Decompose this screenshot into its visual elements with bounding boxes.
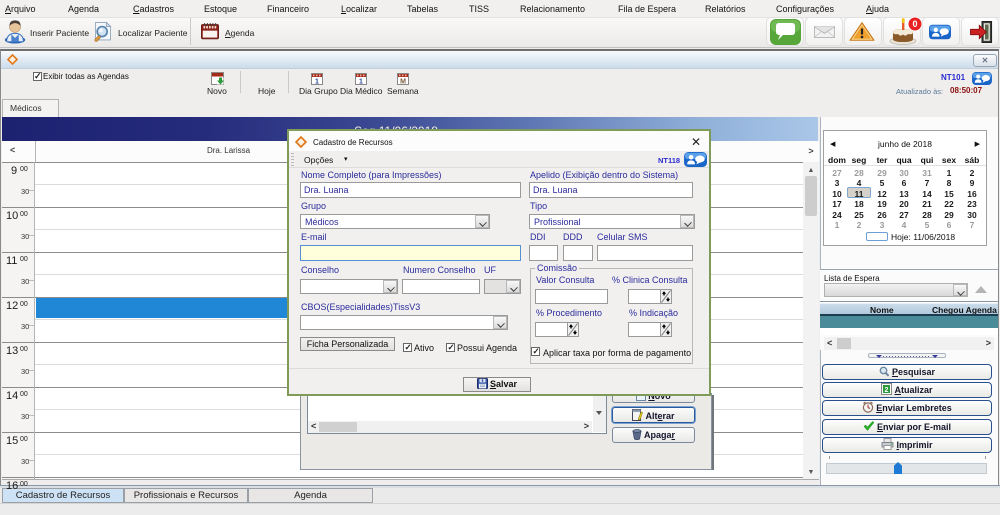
- svg-text:0: 0: [912, 19, 917, 29]
- svg-text:M: M: [400, 79, 406, 86]
- svg-text:1: 1: [315, 79, 319, 86]
- svg-text:1: 1: [359, 79, 363, 86]
- svg-text:2: 2: [885, 387, 889, 394]
